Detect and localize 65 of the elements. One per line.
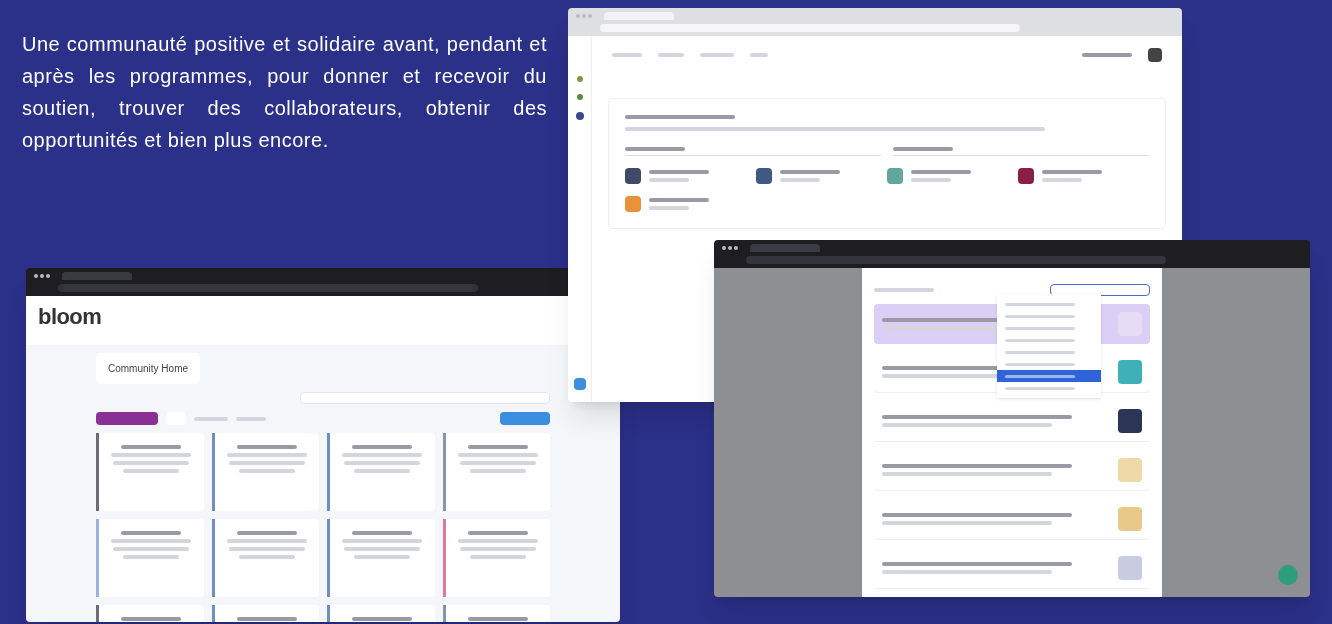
blurred-text-line <box>236 445 297 449</box>
blurred-text-line <box>352 531 413 535</box>
page-title: Community Home <box>96 353 201 384</box>
blurred-text-line <box>238 555 295 559</box>
post-card[interactable] <box>211 433 319 511</box>
nav-icon[interactable] <box>576 94 583 100</box>
blurred-text-line <box>194 416 228 421</box>
blurred-text-line <box>121 445 182 449</box>
blurred-text-line <box>238 469 295 473</box>
post-card[interactable] <box>211 519 319 597</box>
post-card[interactable] <box>327 519 435 597</box>
blurred-text-line <box>1042 178 1082 182</box>
blurred-text-line <box>467 531 528 535</box>
avatar-icon[interactable] <box>1148 48 1162 62</box>
blurred-text-line <box>354 555 411 559</box>
logo[interactable]: bloom <box>38 300 102 333</box>
blurred-text-line <box>893 147 953 151</box>
blurred-text-line <box>467 445 528 449</box>
blurred-text-line <box>236 531 297 535</box>
blurred-text-line <box>1082 53 1132 57</box>
blurred-text-line <box>1042 170 1102 174</box>
blurred-text-line <box>911 178 951 182</box>
filter-button[interactable] <box>96 412 158 425</box>
blurred-text-line <box>123 469 180 473</box>
blurred-text-line <box>469 555 526 559</box>
blurred-text-line <box>354 469 411 473</box>
blurred-text-line <box>658 53 684 57</box>
nav-icon[interactable] <box>575 112 584 120</box>
blurred-text-line <box>121 531 182 535</box>
intro-paragraph: Une communauté positive et solidaire avant, pendant et après les programmes, pour donner et recevoir du soutien, trouver des collaborateurs, obtenir des opportunités et bien plus encore. <box>22 32 547 153</box>
post-card[interactable] <box>96 519 204 597</box>
blurred-text-line <box>352 617 413 621</box>
resource-tile[interactable] <box>1018 168 1034 184</box>
blurred-text-line <box>625 147 685 151</box>
window-controls-icon[interactable] <box>722 246 738 250</box>
blurred-text-line <box>236 416 266 421</box>
blurred-text-line <box>911 170 971 174</box>
blurred-text-line <box>780 170 840 174</box>
blurred-text-line <box>121 617 182 621</box>
blurred-text-line <box>352 445 413 449</box>
blurred-text-line <box>236 617 297 621</box>
post-card[interactable] <box>442 519 550 597</box>
window-controls-icon[interactable] <box>34 274 50 278</box>
blurred-text-line <box>123 555 180 559</box>
post-card[interactable] <box>96 433 204 511</box>
blurred-text-line <box>649 206 689 210</box>
blurred-text-line <box>874 288 934 292</box>
dropdown-option[interactable] <box>997 370 1101 382</box>
blurred-text-line <box>649 198 709 202</box>
search-field[interactable] <box>300 392 550 404</box>
resource-tile[interactable] <box>625 168 641 184</box>
blurred-text-line <box>469 469 526 473</box>
blurred-text-line <box>750 53 768 57</box>
blurred-text-line <box>467 617 528 621</box>
resource-tile[interactable] <box>887 168 903 184</box>
post-card[interactable] <box>327 433 435 511</box>
blurred-text-line <box>700 53 734 57</box>
blurred-text-line <box>780 178 820 182</box>
help-icon[interactable] <box>573 378 586 390</box>
resource-tile[interactable] <box>756 168 772 184</box>
post-card[interactable] <box>442 433 550 511</box>
blurred-text-line <box>612 53 642 57</box>
resource-tile[interactable] <box>625 196 641 212</box>
blurred-text-line <box>649 178 689 182</box>
blurred-text-line <box>649 170 709 174</box>
